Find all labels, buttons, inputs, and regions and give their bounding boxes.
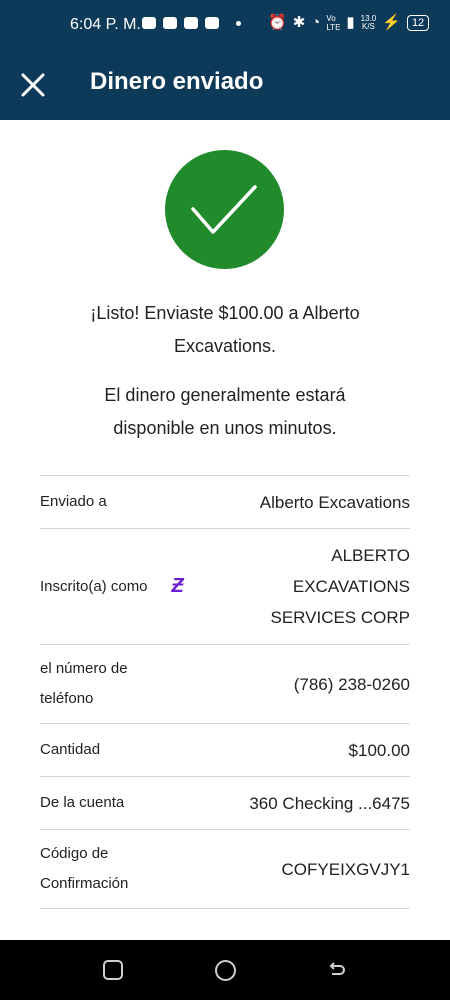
availability-note-line1: El dinero generalmente estará [104, 385, 346, 405]
snapchat-icon [205, 17, 219, 29]
from-account-label: De la cuenta [40, 794, 125, 811]
detail-row-phone: el número de teléfono (786) 238-0260 [40, 644, 410, 723]
status-bar: 6:04 P. M. ⏰ ✱ ◔ Vo LTE ▮ 13.0 K/S ⚡ 12 [0, 0, 450, 50]
confirmation-label-line1: Código de [40, 845, 109, 862]
recents-button[interactable] [103, 960, 123, 980]
availability-note-line2: disponible en unos minutos. [113, 418, 337, 438]
zelle-icon: Ƶ [171, 575, 184, 597]
back-icon [329, 962, 345, 975]
enrolled-as-label: Inscrito(a) como [40, 577, 148, 595]
enrolled-as-value: ALBERTO EXCAVATIONS SERVICES CORP [270, 540, 410, 633]
snapchat-icon [184, 17, 198, 29]
phone-label-line2: teléfono [40, 690, 94, 707]
enrolled-as-value-line1: ALBERTO [331, 546, 410, 565]
system-icons: ⏰ ✱ ◔ Vo LTE ▮ 13.0 K/S ⚡ 12 [268, 14, 430, 32]
network-speed-unit: K/S [362, 22, 375, 31]
confirmation-label: Código de Confirmación [40, 839, 128, 899]
app-header: 6:04 P. M. ⏰ ✱ ◔ VoLTE ▮ 13.0 K/S ⚡ 12 [0, 0, 450, 120]
close-button[interactable] [18, 70, 48, 100]
from-account-value: 360 Checking ...6475 [249, 793, 410, 813]
enrolled-as-value-line2: EXCAVATIONS [292, 577, 410, 596]
back-button[interactable] [327, 960, 347, 980]
page-title: Dinero enviado [90, 68, 264, 95]
close-icon [21, 73, 45, 97]
confirmation-code-value: COFYEIXGVJY1 [281, 859, 410, 879]
alarm-icon: ⏰ [268, 14, 287, 31]
confirmation-message-line2: Excavations. [173, 336, 277, 356]
confirmation-label-line2: Confirmación [40, 875, 129, 892]
confirmation-message: ¡Listo! Enviaste $100.00 a Alberto Excav… [40, 297, 410, 363]
notification-icons [142, 17, 241, 29]
sent-to-label: Enviado a [40, 493, 107, 510]
more-notifications-icon [236, 20, 241, 26]
bluetooth-icon: ✱ [292, 14, 306, 31]
signal-icon: ▮ [346, 14, 355, 31]
amount-label: Cantidad [40, 741, 101, 758]
success-check-badge [165, 150, 284, 269]
detail-row-sent-to: Enviado a Alberto Excavations [40, 475, 410, 528]
network-speed: 13.0 K/S [361, 15, 377, 31]
sent-to-value: Alberto Excavations [259, 492, 410, 512]
battery-indicator: 12 [406, 15, 430, 31]
checkmark-icon [191, 185, 257, 234]
detail-row-amount: Cantidad $100.00 [40, 723, 410, 776]
availability-note: El dinero generalmente estará disponible… [40, 379, 410, 445]
phone-label: el número de teléfono [40, 654, 128, 714]
transfer-details: Enviado a Alberto Excavations Inscrito(a… [40, 475, 410, 909]
phone-label-line1: el número de [40, 660, 128, 677]
youtube-icon [163, 17, 177, 29]
enrolled-as-value-line3: SERVICES CORP [270, 608, 410, 627]
detail-row-enrolled-as: Inscrito(a) como Ƶ ALBERTO EXCAVATIONS S… [40, 528, 410, 644]
enrolled-as-label-group: Inscrito(a) como Ƶ [40, 572, 184, 602]
phone-value: (786) 238-0260 [293, 674, 410, 694]
volte-icon: Vo LTE [326, 14, 341, 32]
detail-row-from-account: De la cuenta 360 Checking ...6475 [40, 776, 410, 829]
confirmation-message-line1: ¡Listo! Enviaste $100.00 a Alberto [90, 303, 360, 323]
system-navigation-bar [0, 940, 450, 1000]
home-button[interactable] [215, 960, 236, 981]
amount-value: $100.00 [348, 740, 410, 760]
charging-icon: ⚡ [382, 14, 401, 31]
status-time: 6:04 P. M. [70, 16, 141, 33]
message-icon [142, 17, 156, 29]
wifi-icon: ◔ [311, 14, 321, 31]
detail-row-confirmation: Código de Confirmación COFYEIXGVJY1 [40, 829, 410, 909]
